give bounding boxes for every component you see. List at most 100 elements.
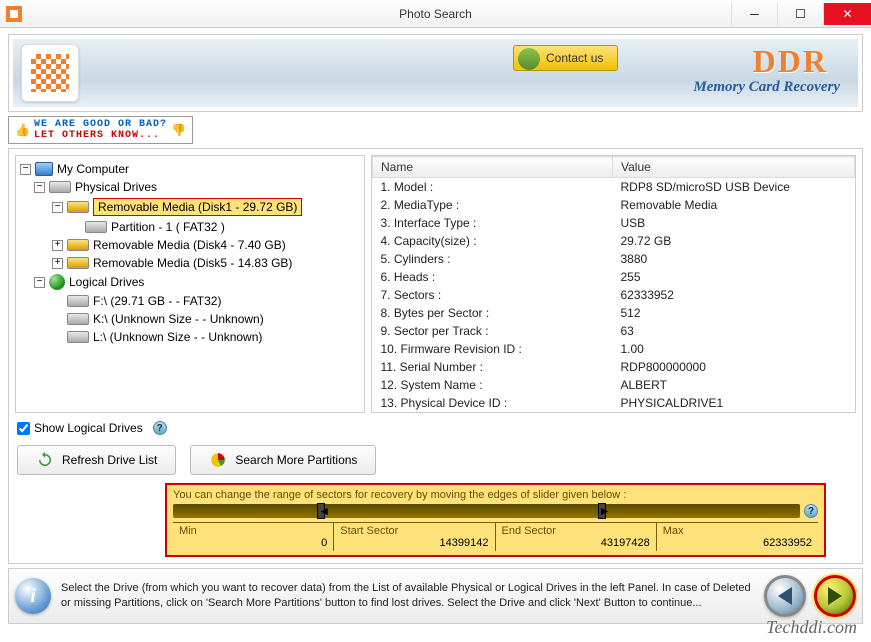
table-row[interactable]: 2. MediaType :Removable Media [373,196,855,214]
tree-drive-k[interactable]: K:\ (Unknown Size - - Unknown) [52,310,360,328]
prop-value: Removable Media [613,196,855,214]
removable-drive-icon [67,201,89,213]
tree-label: Removable Media (Disk5 - 14.83 GB) [93,256,292,270]
brand-subtitle: Memory Card Recovery [693,79,840,96]
prop-value: PHYSICALDRIVE1 [613,394,855,412]
tree-drive-l[interactable]: L:\ (Unknown Size - - Unknown) [52,328,360,346]
sector-slider[interactable]: ◄ ► [173,504,800,518]
feedback-line1: WE ARE GOOD OR BAD? [34,119,167,130]
slider-end-handle[interactable]: ► [598,503,606,519]
button-label: Search More Partitions [235,453,357,467]
brand-logo: DDR [753,43,828,80]
thumb-up-icon: 👍 [15,123,30,137]
prop-value: ALBERT [613,376,855,394]
prop-value: 63 [613,322,855,340]
drive-icon [67,313,89,325]
table-row[interactable]: 1. Model :RDP8 SD/microSD USB Device [373,178,855,197]
tree-drive-f[interactable]: F:\ (29.71 GB - - FAT32) [52,292,360,310]
contact-us-button[interactable]: Contact us [513,45,618,71]
controls-row: Show Logical Drives ? [15,419,856,437]
prop-name: 2. MediaType : [373,196,613,214]
start-value: 14399142 [340,537,488,549]
tree-root[interactable]: − My Computer [20,160,360,178]
collapse-icon[interactable]: − [20,164,31,175]
prop-value: 1.00 [613,340,855,358]
help-icon[interactable]: ? [804,504,818,518]
main-panel: − My Computer − Physical Drives − Remova… [8,148,863,564]
table-row[interactable]: 13. Physical Device ID :PHYSICALDRIVE1 [373,394,855,412]
tree-logical[interactable]: − Logical Drives [34,272,360,292]
tree-label: My Computer [57,162,129,176]
collapse-icon[interactable]: − [34,182,45,193]
feedback-strip[interactable]: 👍 WE ARE GOOD OR BAD? LET OTHERS KNOW...… [8,116,863,144]
tree-partition1[interactable]: Partition - 1 ( FAT32 ) [70,218,360,236]
prop-name: 7. Sectors : [373,286,613,304]
end-label: End Sector [502,525,650,537]
watermark: Techddi.com [766,617,857,638]
tree-disk1[interactable]: − Removable Media (Disk1 - 29.72 GB) [52,196,360,218]
tree-label: K:\ (Unknown Size - - Unknown) [93,312,264,326]
prev-button[interactable] [764,575,806,617]
collapse-icon[interactable]: − [34,277,45,288]
tree-label: Partition - 1 ( FAT32 ) [111,220,225,234]
maximize-button[interactable]: ☐ [777,3,823,25]
app-icon [0,0,28,28]
drive-tree[interactable]: − My Computer − Physical Drives − Remova… [15,155,365,413]
feedback-line2: LET OTHERS KNOW... [34,130,167,141]
table-row[interactable]: 11. Serial Number :RDP800000000 [373,358,855,376]
prop-value: 29.72 GB [613,232,855,250]
col-name[interactable]: Name [373,157,613,178]
thumb-down-icon: 👎 [171,123,186,137]
show-logical-checkbox[interactable]: Show Logical Drives [17,421,143,435]
collapse-icon[interactable]: − [52,202,63,213]
next-button[interactable] [814,575,856,617]
col-value[interactable]: Value [613,157,855,178]
table-row[interactable]: 8. Bytes per Sector :512 [373,304,855,322]
min-value: 0 [179,537,327,549]
prop-name: 8. Bytes per Sector : [373,304,613,322]
tree-label: Logical Drives [69,275,144,289]
expand-icon[interactable]: + [52,258,63,269]
avatar-icon [518,48,540,70]
max-value: 62333952 [663,537,812,549]
table-row[interactable]: 12. System Name :ALBERT [373,376,855,394]
tree-physical[interactable]: − Physical Drives [34,178,360,196]
table-row[interactable]: 10. Firmware Revision ID :1.00 [373,340,855,358]
search-more-button[interactable]: Search More Partitions [190,445,376,475]
slider-start-handle[interactable]: ◄ [317,503,325,519]
prop-value: 255 [613,268,855,286]
prop-value: USB [613,214,855,232]
prop-value: 62333952 [613,286,855,304]
titlebar: Photo Search ─ ☐ ✕ [0,0,871,28]
drive-icon [67,331,89,343]
prop-name: 3. Interface Type : [373,214,613,232]
max-label: Max [663,525,812,537]
table-row[interactable]: 3. Interface Type :USB [373,214,855,232]
table-row[interactable]: 4. Capacity(size) :29.72 GB [373,232,855,250]
removable-drive-icon [67,257,89,269]
pie-icon [209,451,227,469]
prop-value: RDP800000000 [613,358,855,376]
table-row[interactable]: 6. Heads :255 [373,268,855,286]
close-button[interactable]: ✕ [823,3,871,25]
checkbox-input[interactable] [17,422,30,435]
info-icon: i [15,578,51,614]
table-row[interactable]: 9. Sector per Track :63 [373,322,855,340]
partition-icon [85,221,107,233]
slider-hint: You can change the range of sectors for … [173,489,818,501]
table-row[interactable]: 5. Cylinders :3880 [373,250,855,268]
prop-name: 12. System Name : [373,376,613,394]
refresh-icon [36,451,54,469]
sector-range-box: You can change the range of sectors for … [165,483,826,557]
minimize-button[interactable]: ─ [731,3,777,25]
expand-icon[interactable]: + [52,240,63,251]
table-row[interactable]: 7. Sectors :62333952 [373,286,855,304]
tree-label: F:\ (29.71 GB - - FAT32) [93,294,221,308]
help-icon[interactable]: ? [153,421,167,435]
tip-text: Select the Drive (from which you want to… [61,581,754,611]
refresh-button[interactable]: Refresh Drive List [17,445,176,475]
prop-value: RDP8 SD/microSD USB Device [613,178,855,197]
tree-disk4[interactable]: + Removable Media (Disk4 - 7.40 GB) [52,236,360,254]
tree-label-selected: Removable Media (Disk1 - 29.72 GB) [93,198,302,216]
tree-disk5[interactable]: + Removable Media (Disk5 - 14.83 GB) [52,254,360,272]
